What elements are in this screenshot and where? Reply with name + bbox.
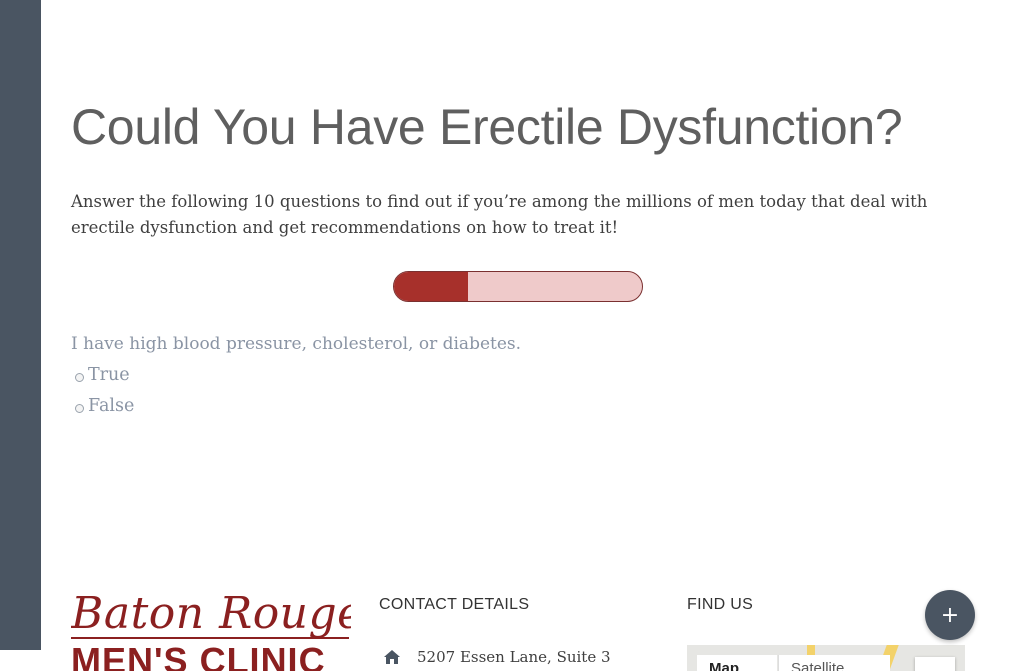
quiz-progress-fill: [394, 272, 469, 301]
main-content: Could You Have Erectile Dysfunction? Ans…: [41, 0, 1024, 671]
answer-option-false[interactable]: False: [75, 396, 134, 416]
logo-bold-text: MEN'S CLINIC: [71, 640, 326, 671]
radio-false[interactable]: [75, 404, 84, 413]
quiz-intro: Answer the following 10 questions to fin…: [71, 192, 928, 237]
plus-icon: +: [940, 602, 960, 628]
answer-label-false: False: [88, 396, 135, 416]
floating-plus-button[interactable]: +: [925, 590, 975, 640]
contact-details-heading: CONTACT DETAILS: [379, 596, 530, 613]
left-sidebar-strip: [0, 0, 41, 650]
address-text: 5207 Essen Lane, Suite 3: [417, 648, 611, 666]
quiz-progress-bar: [393, 271, 643, 302]
fullscreen-button[interactable]: [915, 657, 955, 671]
map-view-tab[interactable]: Map: [697, 655, 777, 671]
logo-script-text: Baton Rouge: [71, 588, 351, 639]
address-row: 5207 Essen Lane, Suite 3: [384, 648, 611, 666]
quiz-title: Could You Have Erectile Dysfunction?: [71, 99, 903, 155]
home-icon: [384, 650, 400, 664]
location-map[interactable]: Map Satellite: [687, 645, 965, 671]
satellite-view-tab[interactable]: Satellite: [778, 655, 890, 671]
answer-label-true: True: [88, 365, 130, 385]
radio-true[interactable]: [75, 373, 84, 382]
question-text: I have high blood pressure, cholesterol,…: [71, 334, 522, 354]
logo-divider: [71, 637, 349, 639]
clinic-logo[interactable]: Baton Rouge MEN'S CLINIC: [71, 588, 351, 671]
find-us-heading: FIND US: [687, 596, 754, 613]
answer-option-true[interactable]: True: [75, 365, 130, 385]
